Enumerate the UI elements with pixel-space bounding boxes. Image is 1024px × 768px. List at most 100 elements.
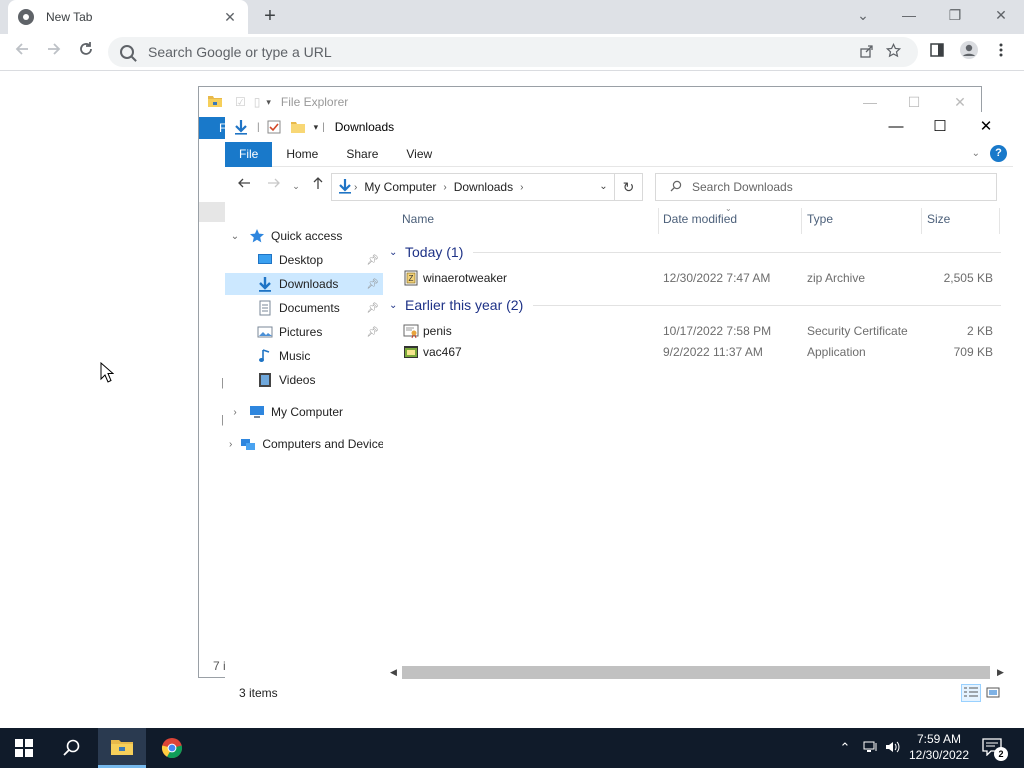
forward-arrow-icon[interactable] xyxy=(41,40,67,66)
tab-share[interactable]: Share xyxy=(332,142,392,167)
network-tray-icon[interactable] xyxy=(862,740,880,756)
profile-avatar-icon[interactable] xyxy=(956,40,982,66)
side-panel-icon[interactable] xyxy=(924,40,950,66)
nav-item-quick-access[interactable]: ⌄ Quick access xyxy=(225,225,383,247)
column-header-name[interactable]: Name xyxy=(402,212,434,232)
group-collapse-icon[interactable]: ⌄ xyxy=(389,300,403,311)
pin-icon[interactable]: 📌︎ xyxy=(366,303,379,314)
recent-locations-icon[interactable]: ⌄ xyxy=(285,175,307,197)
show-hidden-icons-chevron-icon[interactable]: ⌃ xyxy=(836,740,854,756)
scroll-left-icon[interactable]: ◀ xyxy=(385,664,402,681)
column-divider[interactable] xyxy=(999,208,1000,234)
scrollbar-thumb[interactable] xyxy=(402,666,990,679)
mouse-cursor-icon xyxy=(100,362,114,383)
address-bar[interactable]: › My Computer › Downloads › ⌄ xyxy=(331,173,615,201)
bookmark-star-icon[interactable] xyxy=(880,42,906,61)
expand-chevron-icon[interactable]: › xyxy=(229,407,241,418)
file-row-winaerotweaker[interactable]: Z winaerotweaker 12/30/2022 7:47 AM zip … xyxy=(385,268,1013,289)
nav-item-videos[interactable]: Videos xyxy=(225,369,383,391)
column-divider[interactable] xyxy=(921,208,922,234)
new-folder-icon[interactable] xyxy=(290,119,306,135)
refresh-icon[interactable]: ↻ xyxy=(615,173,643,201)
nav-item-pictures[interactable]: Pictures 📌︎ xyxy=(225,321,383,343)
taskbar: ⌃ 7:59 AM 12/30/2022 2 xyxy=(0,728,1024,768)
explorer-close-button[interactable]: ✕ xyxy=(963,112,1009,142)
breadcrumb-downloads[interactable]: Downloads xyxy=(454,180,513,194)
pin-icon[interactable]: 📌︎ xyxy=(366,327,379,338)
folder-app-icon xyxy=(207,94,223,111)
search-icon xyxy=(63,739,80,756)
explorer-maximize-button[interactable]: ☐ xyxy=(917,112,963,142)
nav-item-downloads[interactable]: Downloads 📌︎ xyxy=(225,273,383,295)
nav-item-my-computer[interactable]: › My Computer xyxy=(225,401,383,423)
nav-item-network[interactable]: › Computers and Devices xyxy=(225,433,383,455)
file-explorer-taskbar-button[interactable] xyxy=(98,728,146,768)
tab-file[interactable]: File xyxy=(225,142,273,167)
nav-item-music[interactable]: Music xyxy=(225,345,383,367)
details-view-icon[interactable] xyxy=(961,684,981,702)
column-divider[interactable] xyxy=(801,208,802,234)
pin-icon[interactable]: 📌︎ xyxy=(366,255,379,266)
new-tab-button[interactable]: + xyxy=(258,5,282,29)
tab-view[interactable]: View xyxy=(392,142,446,167)
pin-icon[interactable]: 📌︎ xyxy=(366,279,379,290)
scroll-right-icon[interactable]: ▶ xyxy=(992,664,1009,681)
file-size: 2 KB xyxy=(966,324,993,338)
search-box[interactable]: Search Downloads xyxy=(655,173,997,201)
file-row-penis[interactable]: penis 10/17/2022 7:58 PM Security Certif… xyxy=(385,321,1013,342)
file-row-vac467[interactable]: vac467 9/2/2022 11:37 AM Application 709… xyxy=(385,342,1013,363)
collapse-chevron-icon[interactable]: ⌄ xyxy=(229,231,241,242)
system-clock[interactable]: 7:59 AM 12/30/2022 xyxy=(902,731,976,763)
back-icon[interactable] xyxy=(233,175,255,197)
reload-icon[interactable] xyxy=(73,40,99,66)
tab-home[interactable]: Home xyxy=(272,142,332,167)
action-center-button[interactable]: 2 xyxy=(982,738,1008,761)
column-header-size[interactable]: Size xyxy=(927,212,950,232)
breadcrumb-chevron-icon[interactable]: › xyxy=(354,182,357,193)
column-divider[interactable] xyxy=(658,208,659,234)
share-icon[interactable] xyxy=(854,44,880,61)
breadcrumb-my-computer[interactable]: My Computer xyxy=(364,180,436,194)
properties-icon[interactable] xyxy=(266,119,282,135)
group-collapse-icon[interactable]: ⌄ xyxy=(389,247,403,258)
tab-search-button[interactable]: ⌄ xyxy=(840,0,886,30)
search-button[interactable] xyxy=(48,728,96,768)
explorer-minimize-button[interactable]: — xyxy=(873,112,919,142)
chrome-tab-title: New Tab xyxy=(46,10,93,24)
file-date: 12/30/2022 7:47 AM xyxy=(663,271,771,285)
forward-icon[interactable] xyxy=(263,175,285,197)
column-header-type[interactable]: Type xyxy=(807,212,833,232)
up-arrow-icon[interactable] xyxy=(307,175,329,197)
chrome-menu-icon[interactable] xyxy=(988,40,1014,66)
nav-item-desktop[interactable]: Desktop 📌︎ xyxy=(225,249,383,271)
qat-customize-icon[interactable]: ▾ xyxy=(314,122,319,133)
column-header-date[interactable]: Date modified xyxy=(663,212,737,232)
file-name: vac467 xyxy=(423,345,462,359)
nav-item-documents[interactable]: Documents 📌︎ xyxy=(225,297,383,319)
large-icons-view-icon[interactable] xyxy=(983,684,1003,702)
help-icon[interactable]: ? xyxy=(990,145,1007,162)
chrome-tab-new-tab[interactable]: New Tab ✕ xyxy=(8,0,248,34)
file-explorer-window[interactable]: | ▾ | Downloads — ☐ ✕ File Home Share Vi… xyxy=(225,112,1013,712)
group-header-today[interactable]: ⌄ Today (1) xyxy=(389,241,1001,263)
expand-chevron-icon[interactable]: › xyxy=(229,439,232,450)
expand-ribbon-icon[interactable]: ⌄ xyxy=(972,148,980,159)
back-arrow-icon[interactable] xyxy=(9,40,35,66)
restore-button[interactable]: ❐ xyxy=(932,0,978,30)
background-file-tab[interactable]: F xyxy=(199,117,226,139)
qat-dropdown-icon[interactable]: ▾ xyxy=(266,97,271,108)
address-dropdown-icon[interactable]: ⌄ xyxy=(592,174,614,200)
minimize-button[interactable]: — xyxy=(886,0,932,30)
omnibox[interactable]: Search Google or type a URL xyxy=(108,37,918,67)
horizontal-scrollbar[interactable]: ◀ ▶ xyxy=(385,664,1009,681)
close-tab-icon[interactable]: ✕ xyxy=(222,9,238,26)
start-button[interactable] xyxy=(0,728,48,768)
volume-icon[interactable] xyxy=(884,740,902,756)
breadcrumb-chevron-icon[interactable]: › xyxy=(520,182,523,193)
breadcrumb-chevron-icon[interactable]: › xyxy=(443,182,446,193)
chrome-logo-icon xyxy=(161,738,183,759)
chrome-taskbar-button[interactable] xyxy=(148,728,196,768)
svg-text:Z: Z xyxy=(409,274,414,283)
close-window-button[interactable]: ✕ xyxy=(978,0,1024,30)
group-header-earlier[interactable]: ⌄ Earlier this year (2) xyxy=(389,294,1001,316)
